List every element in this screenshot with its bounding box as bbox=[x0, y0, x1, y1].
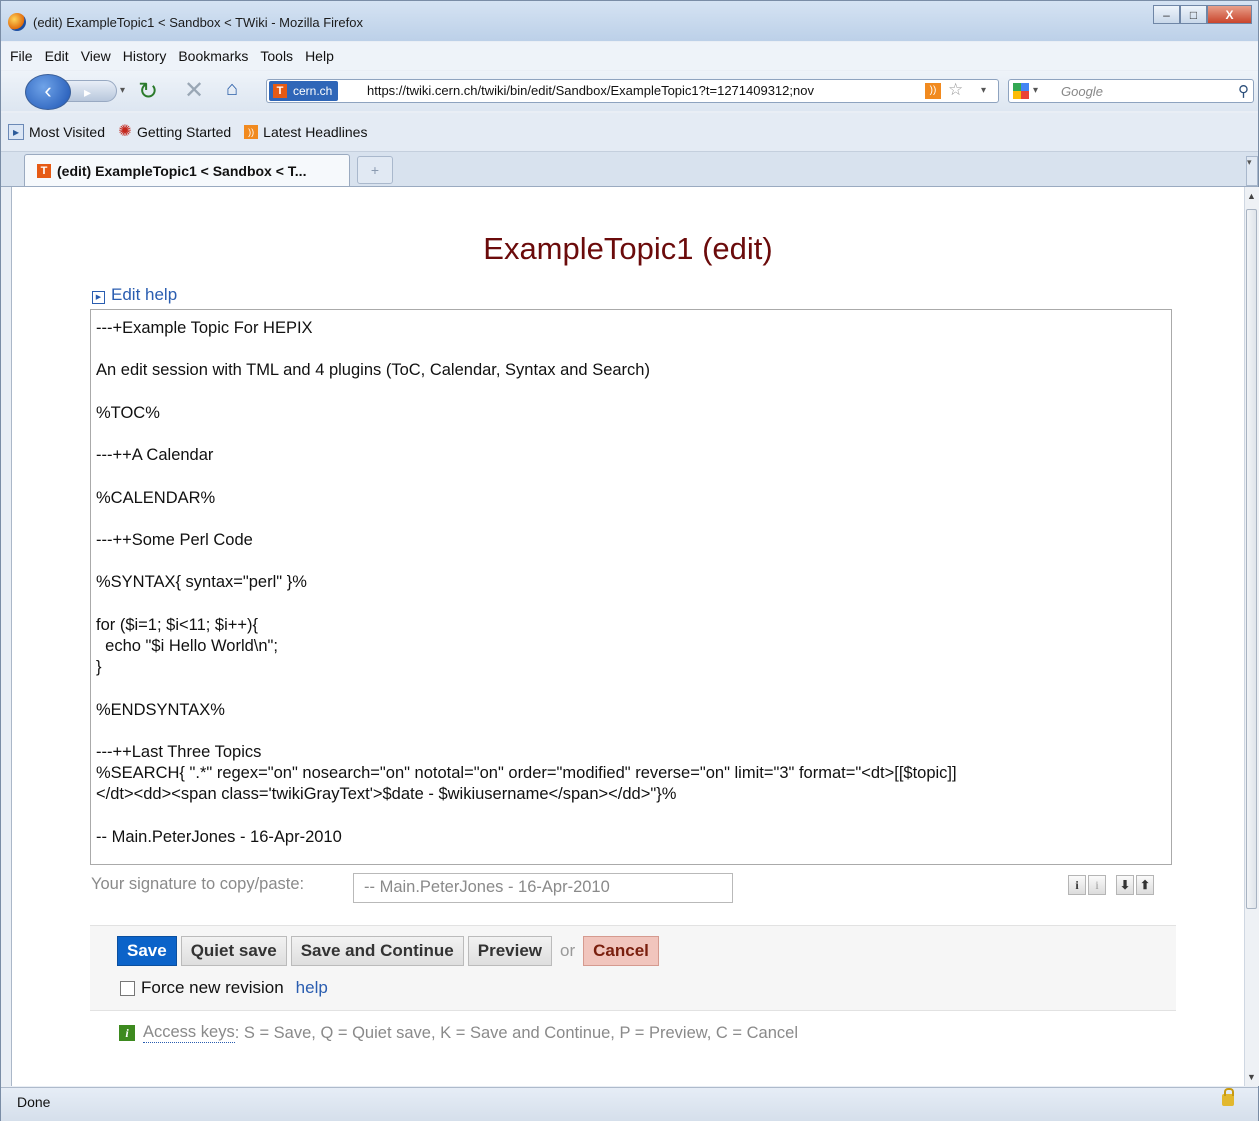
status-text: Done bbox=[17, 1094, 51, 1110]
search-engine-dropdown-icon[interactable]: ▾ bbox=[1033, 85, 1038, 96]
firefox-logo-icon bbox=[8, 13, 26, 31]
bookmark-label: Most Visited bbox=[29, 124, 105, 140]
info-icon: i bbox=[119, 1025, 135, 1041]
site-identity-label: cern.ch bbox=[293, 84, 333, 98]
close-button[interactable]: X bbox=[1207, 5, 1252, 24]
expand-triangle-icon: ▶ bbox=[92, 291, 105, 304]
window-controls: – □ X bbox=[1153, 5, 1252, 24]
url-dropdown-icon[interactable]: ▾ bbox=[981, 85, 986, 96]
force-revision-row: Force new revision help bbox=[120, 978, 328, 998]
twiki-favicon-icon: T bbox=[37, 164, 51, 178]
topic-text-editor[interactable]: ---+Example Topic For HEPIX An edit sess… bbox=[90, 309, 1172, 865]
new-tab-button[interactable]: + bbox=[357, 156, 393, 184]
scroll-up-icon[interactable]: ▲ bbox=[1247, 191, 1256, 201]
bookmark-star-icon[interactable]: ☆ bbox=[948, 80, 963, 100]
browser-window: (edit) ExampleTopic1 < Sandbox < TWiki -… bbox=[0, 0, 1259, 1121]
action-buttons: Save Quiet save Save and Continue Previe… bbox=[117, 936, 659, 966]
access-keys-text: : S = Save, Q = Quiet save, K = Save and… bbox=[234, 1023, 799, 1042]
tab-label: (edit) ExampleTopic1 < Sandbox < T... bbox=[57, 163, 307, 179]
menu-edit[interactable]: Edit bbox=[45, 48, 69, 64]
access-keys-info: i Access keys: S = Save, Q = Quiet save,… bbox=[119, 1023, 798, 1043]
reload-icon[interactable]: ↻ bbox=[138, 77, 158, 106]
save-and-continue-button[interactable]: Save and Continue bbox=[290, 936, 464, 966]
search-box[interactable]: ▾ Google ⚲ bbox=[1008, 79, 1254, 103]
tab-list-button[interactable]: ▾ bbox=[1246, 156, 1258, 186]
bookmark-getting-started[interactable]: ✺ Getting Started bbox=[118, 123, 232, 141]
tab-strip: T (edit) ExampleTopic1 < Sandbox < T... … bbox=[1, 152, 1258, 187]
bookmark-label: Latest Headlines bbox=[263, 124, 368, 140]
editor-size-tools: i i ⬇ ⬆ bbox=[1068, 875, 1154, 895]
cancel-button[interactable]: Cancel bbox=[583, 936, 659, 966]
history-dropdown-icon[interactable]: ▾ bbox=[120, 85, 125, 96]
rss-icon: )) bbox=[244, 125, 259, 139]
edit-help-label: Edit help bbox=[111, 285, 178, 304]
access-keys-label[interactable]: Access keys bbox=[143, 1023, 235, 1043]
menu-help[interactable]: Help bbox=[305, 48, 334, 64]
help-link[interactable]: help bbox=[296, 978, 328, 998]
preview-button[interactable]: Preview bbox=[467, 936, 552, 966]
menu-file[interactable]: File bbox=[10, 48, 33, 64]
force-revision-checkbox[interactable] bbox=[120, 980, 135, 996]
home-icon[interactable]: ⌂ bbox=[226, 78, 238, 101]
menu-bar: File Edit View History Bookmarks Tools H… bbox=[1, 42, 1258, 70]
edit-action-panel: Save Quiet save Save and Continue Previe… bbox=[90, 925, 1176, 1011]
quiet-save-button[interactable]: Quiet save bbox=[180, 936, 287, 966]
menu-tools[interactable]: Tools bbox=[260, 48, 293, 64]
page-title: ExampleTopic1 (edit) bbox=[483, 231, 773, 266]
minimize-button[interactable]: – bbox=[1153, 5, 1180, 24]
google-engine-icon[interactable] bbox=[1013, 83, 1029, 99]
bookmark-latest-headlines[interactable]: )) Latest Headlines bbox=[244, 124, 367, 140]
page-scrollbar[interactable]: ▲ ▼ bbox=[1244, 187, 1259, 1086]
menu-view[interactable]: View bbox=[81, 48, 111, 64]
menu-bookmarks[interactable]: Bookmarks bbox=[178, 48, 248, 64]
rss-feed-icon[interactable]: )) bbox=[925, 83, 941, 99]
url-text[interactable]: https://twiki.cern.ch/twiki/bin/edit/San… bbox=[367, 83, 902, 98]
search-icon[interactable]: ⚲ bbox=[1238, 82, 1249, 100]
edit-help-toggle[interactable]: ▶ Edit help bbox=[92, 285, 177, 305]
signature-input[interactable]: -- Main.PeterJones - 16-Apr-2010 bbox=[353, 873, 733, 903]
shrink-editor-icon[interactable]: ⬆ bbox=[1136, 875, 1154, 895]
most-visited-icon: ▸ bbox=[8, 124, 24, 140]
or-separator: or bbox=[560, 941, 576, 960]
scrollbar-thumb[interactable] bbox=[1246, 209, 1257, 909]
menu-history[interactable]: History bbox=[123, 48, 167, 64]
force-revision-label[interactable]: Force new revision bbox=[141, 978, 284, 998]
search-placeholder: Google bbox=[1061, 84, 1103, 99]
page-content: ExampleTopic1 (edit) ▶ Edit help ---+Exam… bbox=[11, 187, 1244, 1086]
save-button[interactable]: Save bbox=[117, 936, 177, 966]
bookmarks-toolbar: ▸ Most Visited ✺ Getting Started )) Late… bbox=[1, 113, 1258, 152]
site-identity-button[interactable]: T cern.ch bbox=[269, 81, 339, 101]
twiki-favicon-icon: T bbox=[273, 84, 287, 98]
secure-lock-icon[interactable] bbox=[1222, 1088, 1234, 1106]
window-title: (edit) ExampleTopic1 < Sandbox < TWiki -… bbox=[33, 15, 363, 30]
enlarge-editor-icon[interactable]: ⬇ bbox=[1116, 875, 1134, 895]
bookmark-most-visited[interactable]: ▸ Most Visited bbox=[8, 124, 105, 140]
getting-started-icon: ✺ bbox=[118, 123, 132, 140]
font-monospace-icon[interactable]: i bbox=[1088, 875, 1106, 895]
maximize-button[interactable]: □ bbox=[1180, 5, 1207, 24]
forward-button[interactable]: ▸ bbox=[63, 80, 117, 102]
font-proportional-icon[interactable]: i bbox=[1068, 875, 1086, 895]
tab-edit-exampletopic1[interactable]: T (edit) ExampleTopic1 < Sandbox < T... bbox=[24, 154, 350, 186]
back-button[interactable]: ‹ bbox=[25, 74, 71, 110]
scroll-down-icon[interactable]: ▼ bbox=[1247, 1072, 1256, 1082]
title-bar: (edit) ExampleTopic1 < Sandbox < TWiki -… bbox=[1, 1, 1258, 41]
url-bar[interactable]: T cern.ch https://twiki.cern.ch/twiki/bi… bbox=[266, 79, 999, 103]
navigation-toolbar: ▸ ‹ ▾ ↻ ✕ ⌂ T cern.ch https://twiki.cern… bbox=[1, 71, 1258, 111]
bookmark-label: Getting Started bbox=[137, 124, 232, 140]
status-bar: Done bbox=[1, 1087, 1258, 1121]
stop-icon[interactable]: ✕ bbox=[184, 76, 204, 105]
signature-label: Your signature to copy/paste: bbox=[91, 875, 305, 893]
